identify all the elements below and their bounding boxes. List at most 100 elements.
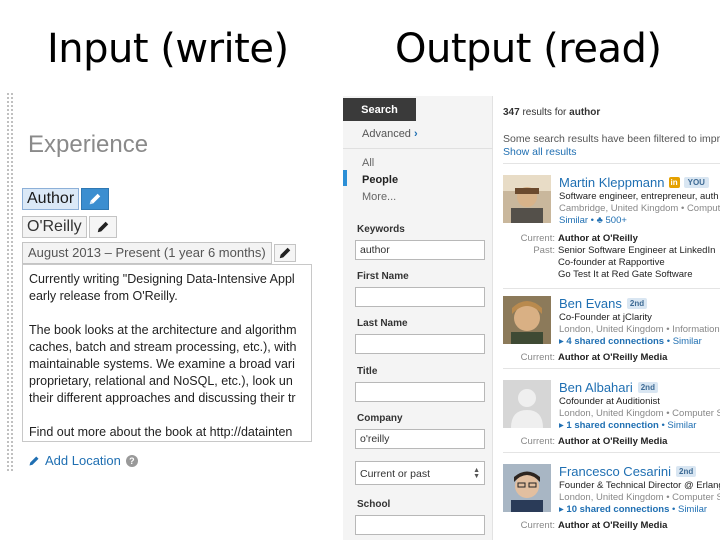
- school-label: School: [357, 499, 391, 510]
- avatar-placeholder[interactable]: [503, 380, 551, 428]
- result-location: London, United Kingdom • Information: [559, 324, 720, 335]
- description-line: Find out more about the book at http://d…: [29, 425, 293, 439]
- search-button[interactable]: Search: [343, 98, 416, 121]
- facet-people[interactable]: People: [362, 174, 398, 186]
- add-location-link[interactable]: Add Location ?: [28, 453, 138, 468]
- chevron-right-icon: ›: [413, 128, 418, 140]
- dates-field[interactable]: August 2013 – Present (1 year 6 months): [22, 242, 272, 264]
- current-value: Author at O'Reilly Media: [558, 352, 668, 363]
- description-line: proprietary, relational and NoSQL, etc.)…: [29, 374, 293, 388]
- shared-connections-link[interactable]: ▸ 10 shared connections • Similar: [559, 504, 707, 515]
- slide-title-output: Output (read): [395, 26, 662, 72]
- company-label: Company: [357, 413, 403, 424]
- you-badge: YOU: [683, 177, 709, 188]
- shared-connections-link[interactable]: ▸ 4 shared connections • Similar: [559, 336, 702, 347]
- company-field[interactable]: O'Reilly: [22, 216, 87, 238]
- linkedin-icon: in: [668, 177, 680, 188]
- edit-company-button[interactable]: [88, 216, 117, 238]
- result-past: Co-founder at Rapportive: [503, 257, 665, 268]
- result-name-link[interactable]: Martin Kleppmann in YOU: [559, 175, 709, 190]
- past-value: Co-founder at Rapportive: [558, 257, 665, 268]
- pencil-icon: [29, 456, 39, 465]
- pencil-icon: [279, 247, 290, 259]
- shared-connections: 1 shared connection: [566, 420, 659, 431]
- similar-link[interactable]: Similar: [678, 504, 707, 515]
- dates-field-row: August 2013 – Present (1 year 6 months): [22, 242, 296, 264]
- add-location-label: Add Location: [45, 453, 121, 468]
- result-past: Go Test It at Red Gate Software: [503, 269, 692, 280]
- results-query: author: [569, 107, 601, 118]
- current-value: Author at O'Reilly: [558, 233, 638, 244]
- description-line: early release from O'Reilly.: [29, 289, 178, 303]
- edit-dates-button[interactable]: [273, 244, 296, 262]
- search-sidebar: Search Advanced › All People More... Keyw…: [343, 96, 493, 540]
- keywords-input[interactable]: author: [355, 240, 485, 260]
- advanced-label: Advanced: [362, 128, 411, 140]
- past-value: Senior Software Engineer at LinkedIn: [558, 245, 716, 256]
- result-headline: Software engineer, entrepreneur, auth: [559, 191, 719, 202]
- help-icon[interactable]: ?: [125, 454, 138, 467]
- shared-connections: 4 shared connections: [566, 336, 665, 347]
- title-field-row: Author: [22, 188, 110, 210]
- divider: [503, 452, 720, 453]
- result-name-link[interactable]: Ben Evans 2nd: [559, 296, 648, 311]
- result-current: Current: Author at O'Reilly Media: [503, 352, 668, 363]
- current-label: Current:: [520, 436, 555, 447]
- current-label: Current:: [520, 520, 555, 531]
- result-past: Past: Senior Software Engineer at LinkedI…: [503, 245, 715, 256]
- current-value: Author at O'Reilly Media: [558, 436, 668, 447]
- result-item: Martin Kleppmann in YOU Software enginee…: [503, 175, 720, 285]
- description-line: Currently writing "Designing Data-Intens…: [29, 272, 295, 286]
- result-name-link[interactable]: Ben Albahari 2nd: [559, 380, 658, 395]
- avatar[interactable]: [503, 296, 551, 344]
- description-textarea[interactable]: Currently writing "Designing Data-Intens…: [22, 264, 312, 442]
- active-facet-indicator: [343, 170, 347, 186]
- advanced-link[interactable]: Advanced ›: [362, 128, 418, 140]
- pencil-icon: [97, 221, 108, 233]
- result-name: Martin Kleppmann: [559, 175, 665, 190]
- connection-degree-badge: 2nd: [676, 466, 697, 477]
- similar-link[interactable]: Similar: [667, 420, 696, 431]
- result-headline: Co-Founder at jClarity: [559, 312, 652, 323]
- divider: [503, 368, 720, 369]
- company-input[interactable]: o'reilly: [355, 429, 485, 449]
- result-item: Ben Albahari 2nd Cofounder at Auditionis…: [503, 380, 720, 470]
- similar-link[interactable]: Similar • ♣ 500+: [559, 215, 627, 226]
- shared-connections-link[interactable]: ▸ 1 shared connection • Similar: [559, 420, 696, 431]
- result-item: Francesco Cesarini 2nd Founder & Technic…: [503, 464, 720, 540]
- current-or-past-select[interactable]: Current or past ▲ ▼: [355, 461, 485, 485]
- first-name-input[interactable]: [355, 287, 485, 307]
- result-name-link[interactable]: Francesco Cesarini 2nd: [559, 464, 697, 479]
- result-current: Current: Author at O'Reilly Media: [503, 436, 668, 447]
- search-results: 347 results for author Some search resul…: [503, 96, 720, 540]
- shared-connections: 10 shared connections: [566, 504, 670, 515]
- divider: [343, 148, 493, 149]
- first-name-label: First Name: [357, 271, 409, 282]
- last-name-label: Last Name: [357, 318, 408, 329]
- title-field[interactable]: Author: [22, 188, 80, 210]
- current-value: Author at O'Reilly Media: [558, 520, 668, 531]
- search-panel: Search Advanced › All People More... Keyw…: [343, 96, 720, 540]
- last-name-input[interactable]: [355, 334, 485, 354]
- facet-all[interactable]: All: [362, 157, 374, 169]
- past-label: Past:: [533, 245, 555, 256]
- divider: [503, 288, 720, 289]
- keywords-label: Keywords: [357, 224, 405, 235]
- result-name: Francesco Cesarini: [559, 464, 671, 479]
- results-number: 347: [503, 107, 520, 118]
- filter-note: Some search results have been filtered t…: [503, 133, 720, 145]
- similar-link[interactable]: Similar: [673, 336, 702, 347]
- slide-title-input: Input (write): [47, 26, 289, 72]
- description-line: The book looks at the architecture and a…: [29, 323, 297, 337]
- school-input[interactable]: [355, 515, 485, 535]
- result-item: Ben Evans 2nd Co-Founder at jClarity Lon…: [503, 296, 720, 386]
- avatar[interactable]: [503, 175, 551, 223]
- result-location: Cambridge, United Kingdom • Compute: [559, 203, 720, 214]
- show-all-results-link[interactable]: Show all results: [503, 146, 577, 158]
- title-input[interactable]: [355, 382, 485, 402]
- description-line: maintainable systems. We examine a broad…: [29, 357, 295, 371]
- experience-heading: Experience: [28, 131, 149, 158]
- edit-title-button[interactable]: [81, 188, 110, 210]
- avatar[interactable]: [503, 464, 551, 512]
- facet-more[interactable]: More...: [362, 191, 396, 203]
